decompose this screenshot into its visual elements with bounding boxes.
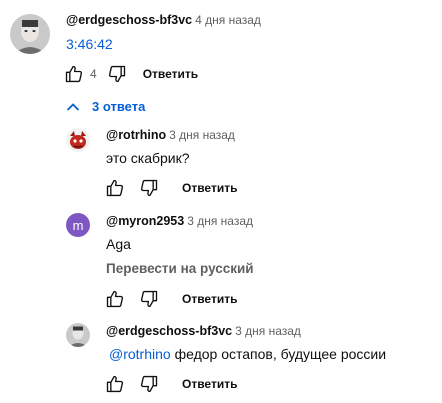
dislike-icon[interactable] (137, 287, 161, 311)
avatar[interactable] (66, 323, 90, 347)
dislike-icon[interactable] (137, 176, 161, 200)
replies-toggle-label: 3 ответа (92, 99, 146, 114)
reply-actions: Ответить (103, 372, 237, 396)
like-icon[interactable] (103, 176, 127, 200)
replies-toggle[interactable]: 3 ответа (66, 99, 145, 114)
avatar-letter[interactable]: m (66, 213, 90, 237)
avatar[interactable] (66, 128, 90, 152)
comment-time[interactable]: 4 дня назад (195, 13, 261, 27)
avatar[interactable] (10, 14, 50, 54)
timestamp-link[interactable]: 3:46:42 (66, 36, 113, 52)
reply-header: @myron2953 3 дня назад (106, 214, 253, 228)
reply-button[interactable]: Ответить (143, 67, 198, 81)
reply-actions: Ответить (103, 287, 237, 311)
reply-text: @rotrhino федор остапов, будущее россии (109, 346, 386, 362)
reply-button[interactable]: Ответить (182, 292, 237, 306)
like-icon[interactable] (62, 62, 86, 86)
reply-text: это скабрик? (106, 150, 190, 166)
reply-author[interactable]: @rotrhino (106, 128, 166, 142)
comment-author[interactable]: @erdgeschoss-bf3vc (66, 13, 192, 27)
mention-link[interactable]: @rotrhino (109, 346, 171, 362)
reply-actions: Ответить (103, 176, 237, 200)
reply-button[interactable]: Ответить (182, 181, 237, 195)
reply-header: @erdgeschoss-bf3vc 3 дня назад (106, 324, 301, 338)
reply-header: @rotrhino 3 дня назад (106, 128, 235, 142)
comment-header: @erdgeschoss-bf3vc 4 дня назад (66, 13, 261, 27)
like-icon[interactable] (103, 287, 127, 311)
reply-time[interactable]: 3 дня назад (187, 214, 253, 228)
reply-text-body: федор остапов, будущее россии (170, 346, 387, 362)
chevron-up-icon (66, 102, 80, 112)
reply-author[interactable]: @erdgeschoss-bf3vc (106, 324, 232, 338)
reply-time[interactable]: 3 дня назад (235, 324, 301, 338)
reply-author[interactable]: @myron2953 (106, 214, 184, 228)
avatar-initial: m (72, 217, 84, 233)
reply-button[interactable]: Ответить (182, 377, 237, 391)
reply-text: Aga (106, 236, 131, 252)
translate-button[interactable]: Перевести на русский (106, 261, 254, 276)
comment-actions: 4 Ответить (62, 62, 198, 86)
like-count: 4 (90, 67, 97, 81)
dislike-icon[interactable] (105, 62, 129, 86)
like-icon[interactable] (103, 372, 127, 396)
dislike-icon[interactable] (137, 372, 161, 396)
reply-time[interactable]: 3 дня назад (169, 128, 235, 142)
